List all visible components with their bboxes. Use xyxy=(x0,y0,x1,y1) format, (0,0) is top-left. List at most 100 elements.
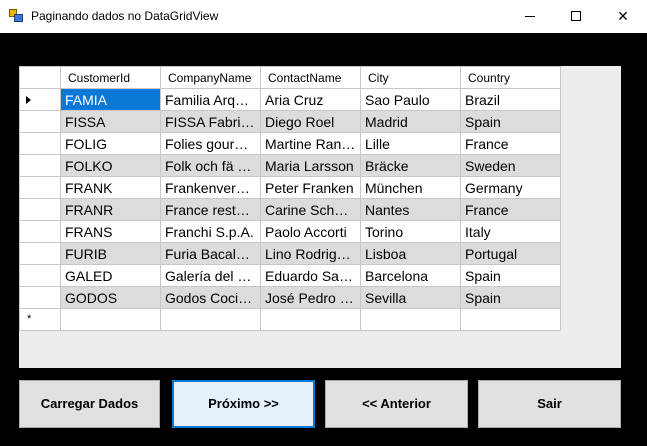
row-header-cell[interactable]: * xyxy=(19,308,61,331)
current-row-arrow-icon xyxy=(26,96,31,104)
table-cell[interactable]: Diego Roel xyxy=(260,110,361,133)
table-cell[interactable]: Folk och fä HB xyxy=(160,154,261,177)
column-header[interactable]: CustomerId xyxy=(60,66,161,89)
table-row[interactable]: FAMIAFamilia ArquibaldoAria CruzSao Paul… xyxy=(19,88,561,111)
table-cell[interactable]: France xyxy=(460,132,561,155)
maximize-button[interactable] xyxy=(553,0,599,33)
table-cell[interactable]: Italy xyxy=(460,220,561,243)
table-cell[interactable]: Lisboa xyxy=(360,242,461,265)
load-data-button[interactable]: Carregar Dados xyxy=(19,380,160,428)
table-cell[interactable]: Frankenversand xyxy=(160,176,261,199)
table-cell[interactable]: Nantes xyxy=(360,198,461,221)
table-cell[interactable]: FAMIA xyxy=(60,88,161,111)
table-cell[interactable]: Carine Schmitt xyxy=(260,198,361,221)
table-cell[interactable]: Madrid xyxy=(360,110,461,133)
table-cell[interactable]: Folies gourmandes xyxy=(160,132,261,155)
row-header-cell[interactable] xyxy=(19,286,61,309)
table-row[interactable]: GODOSGodos Cocina TípicaJosé Pedro Freyr… xyxy=(19,286,561,309)
table-cell[interactable]: Aria Cruz xyxy=(260,88,361,111)
table-cell[interactable]: Bräcke xyxy=(360,154,461,177)
table-cell[interactable]: GODOS xyxy=(60,286,161,309)
table-cell[interactable]: FRANS xyxy=(60,220,161,243)
column-header[interactable]: ContactName xyxy=(260,66,361,89)
table-row[interactable]: FRANK Frankenversand Peter Franken München G… xyxy=(19,176,561,199)
table-row[interactable]: FOLKO Folk och fä HB Maria Larsson Bräcke Sw… xyxy=(19,154,561,177)
table-cell[interactable]: Torino xyxy=(360,220,461,243)
table-cell[interactable]: Spain xyxy=(460,264,561,287)
table-cell[interactable]: Peter Franken xyxy=(260,176,361,199)
row-header-cell[interactable] xyxy=(19,110,61,133)
table-cell[interactable]: Martine Rancé xyxy=(260,132,361,155)
table-cell[interactable]: Sao Paulo xyxy=(360,88,461,111)
grid-table: CustomerId CompanyName ContactName City … xyxy=(19,66,561,331)
previous-page-button[interactable]: << Anterior xyxy=(325,380,468,428)
table-cell[interactable]: Maria Larsson xyxy=(260,154,361,177)
table-row[interactable]: FISSAFISSA Fabrica Inter.Diego RoelMadri… xyxy=(19,110,561,133)
exit-button[interactable]: Sair xyxy=(478,380,621,428)
table-cell[interactable]: Spain xyxy=(460,110,561,133)
table-cell[interactable]: Brazil xyxy=(460,88,561,111)
table-cell[interactable]: Barcelona xyxy=(360,264,461,287)
table-cell[interactable]: München xyxy=(360,176,461,199)
minimize-button[interactable] xyxy=(507,0,553,33)
close-icon: ✕ xyxy=(617,8,629,24)
table-row[interactable]: FURIBFuria Bacalhau e Frutos do MarLino … xyxy=(19,242,561,265)
table-cell[interactable]: Lino Rodriguez xyxy=(260,242,361,265)
column-header[interactable]: City xyxy=(360,66,461,89)
table-cell[interactable] xyxy=(360,308,461,331)
close-button[interactable]: ✕ xyxy=(600,0,646,33)
table-cell[interactable]: Familia Arquibaldo xyxy=(160,88,261,111)
table-row[interactable]: FRANS Franchi S.p.A. Paolo Accorti Torino It… xyxy=(19,220,561,243)
table-cell[interactable]: FISSA xyxy=(60,110,161,133)
maximize-icon xyxy=(571,11,581,21)
table-cell[interactable]: France restauration xyxy=(160,198,261,221)
row-header-cell[interactable] xyxy=(19,176,61,199)
table-cell[interactable] xyxy=(60,308,161,331)
row-header-cell[interactable] xyxy=(19,132,61,155)
new-row-marker: * xyxy=(27,313,32,325)
table-cell[interactable]: Portugal xyxy=(460,242,561,265)
minimize-icon xyxy=(525,16,535,17)
table-cell[interactable] xyxy=(160,308,261,331)
row-header-cell[interactable] xyxy=(19,198,61,221)
table-cell[interactable]: Galería del gastrónomo xyxy=(160,264,261,287)
window-title: Paginando dados no DataGridView xyxy=(31,9,219,23)
table-cell[interactable]: FISSA Fabrica Inter. xyxy=(160,110,261,133)
table-cell[interactable]: FRANK xyxy=(60,176,161,199)
table-cell[interactable]: Furia Bacalhau e Frutos do Mar xyxy=(160,242,261,265)
table-cell[interactable]: Sevilla xyxy=(360,286,461,309)
table-cell[interactable]: Sweden xyxy=(460,154,561,177)
table-cell[interactable]: Lille xyxy=(360,132,461,155)
table-row[interactable]: FOLIGFolies gourmandesMartine RancéLille… xyxy=(19,132,561,155)
table-cell[interactable]: France xyxy=(460,198,561,221)
table-cell[interactable]: FOLIG xyxy=(60,132,161,155)
table-cell[interactable]: FRANR xyxy=(60,198,161,221)
table-cell[interactable]: Godos Cocina Típica xyxy=(160,286,261,309)
row-header-cell[interactable] xyxy=(19,220,61,243)
table-cell[interactable]: Franchi S.p.A. xyxy=(160,220,261,243)
table-row[interactable]: GALEDGalería del gastrónomoEduardo Saave… xyxy=(19,264,561,287)
row-header-cell[interactable] xyxy=(19,242,61,265)
data-grid-view[interactable]: CustomerId CompanyName ContactName City … xyxy=(19,66,621,368)
new-row[interactable]: * xyxy=(19,308,561,331)
table-cell[interactable] xyxy=(460,308,561,331)
table-cell[interactable]: Germany xyxy=(460,176,561,199)
top-left-header-cell[interactable] xyxy=(19,66,61,89)
table-cell[interactable]: Eduardo Saavedra xyxy=(260,264,361,287)
column-header[interactable]: Country xyxy=(460,66,561,89)
row-header-cell[interactable] xyxy=(19,154,61,177)
header-row: CustomerId CompanyName ContactName City … xyxy=(19,66,561,89)
table-cell[interactable]: FOLKO xyxy=(60,154,161,177)
row-header-cell[interactable] xyxy=(19,264,61,287)
client-area: CustomerId CompanyName ContactName City … xyxy=(0,33,647,446)
table-cell[interactable]: Paolo Accorti xyxy=(260,220,361,243)
row-header-cell[interactable] xyxy=(19,88,61,111)
table-row[interactable]: FRANRFrance restaurationCarine SchmittNa… xyxy=(19,198,561,221)
column-header[interactable]: CompanyName xyxy=(160,66,261,89)
next-page-button[interactable]: Próximo >> xyxy=(172,380,315,428)
table-cell[interactable]: José Pedro Freyre xyxy=(260,286,361,309)
table-cell[interactable] xyxy=(260,308,361,331)
table-cell[interactable]: Spain xyxy=(460,286,561,309)
table-cell[interactable]: GALED xyxy=(60,264,161,287)
table-cell[interactable]: FURIB xyxy=(60,242,161,265)
